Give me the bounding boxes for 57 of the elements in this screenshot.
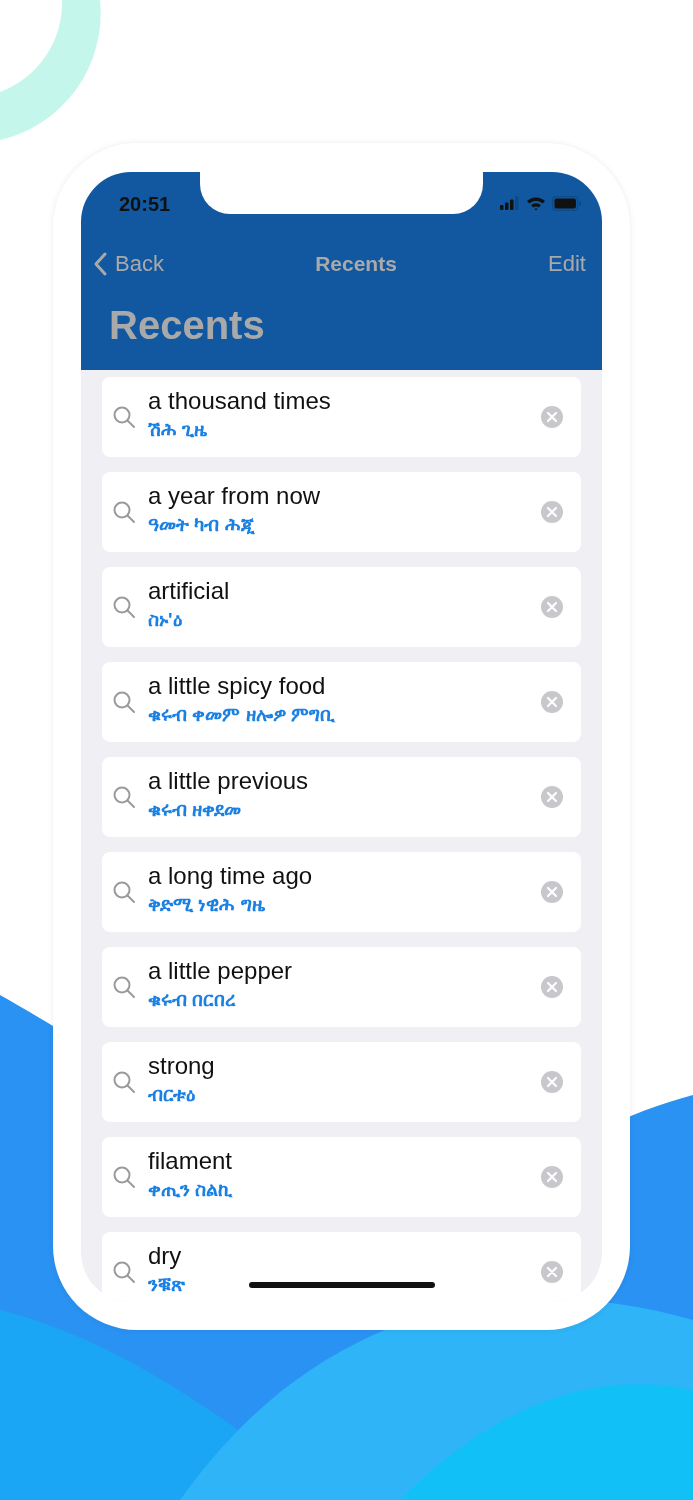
- english-phrase: a little spicy food: [148, 671, 326, 701]
- clear-button[interactable]: [541, 501, 563, 523]
- english-phrase: a year from now: [148, 481, 321, 511]
- clear-button[interactable]: [541, 691, 563, 713]
- english-phrase: filament: [148, 1146, 233, 1176]
- clear-button[interactable]: [541, 1071, 563, 1093]
- clear-button[interactable]: [541, 976, 563, 998]
- tigrinya-translation: ቁሩብ ዘቀደመ: [148, 798, 242, 822]
- clear-button[interactable]: [541, 881, 563, 903]
- tigrinya-translation: ቁሩብ በርበረ: [148, 988, 237, 1012]
- tigrinya-translation: ንቑጽ: [148, 1273, 185, 1297]
- wifi-icon: [526, 195, 546, 211]
- recent-item[interactable]: a little previous ቁሩብ ዘቀደመ: [102, 757, 581, 837]
- recent-item[interactable]: a thousand times ሽሕ ጊዜ: [102, 377, 581, 457]
- signal-icon: [500, 196, 520, 210]
- clear-button[interactable]: [541, 596, 563, 618]
- tigrinya-translation: ቅድሚ ነዊሕ ግዜ: [148, 893, 265, 917]
- recent-item[interactable]: a little pepper ቁሩብ በርበረ: [102, 947, 581, 1027]
- recent-item[interactable]: a long time ago ቅድሚ ነዊሕ ግዜ: [102, 852, 581, 932]
- tigrinya-translation: ቀጢን ስልኪ: [148, 1178, 233, 1202]
- nav-title: Recents: [315, 252, 397, 276]
- tigrinya-translation: ብርቱዕ: [148, 1083, 195, 1107]
- large-title: Recents: [109, 302, 266, 349]
- search-icon: [112, 1070, 136, 1094]
- recent-item[interactable]: a year from now ዓመት ካብ ሕጂ: [102, 472, 581, 552]
- clear-button[interactable]: [541, 1261, 563, 1283]
- english-phrase: dry: [148, 1241, 182, 1271]
- recent-item[interactable]: strong ብርቱዕ: [102, 1042, 581, 1122]
- clear-button[interactable]: [541, 786, 563, 808]
- search-icon: [112, 975, 136, 999]
- recent-item[interactable]: filament ቀጢን ስልኪ: [102, 1137, 581, 1217]
- status-time: 20:51: [119, 192, 171, 216]
- search-icon: [112, 595, 136, 619]
- clear-button[interactable]: [541, 1166, 563, 1188]
- search-icon: [112, 1260, 136, 1284]
- recent-item[interactable]: artificial ስኑ'ዕ: [102, 567, 581, 647]
- clear-button[interactable]: [541, 406, 563, 428]
- search-icon: [112, 1165, 136, 1189]
- search-icon: [112, 785, 136, 809]
- recent-item[interactable]: dry ንቑጽ: [102, 1232, 581, 1302]
- tigrinya-translation: ሽሕ ጊዜ: [148, 418, 208, 442]
- tigrinya-translation: ቁሩብ ቀመም ዘሎዎ ምግቢ: [148, 703, 335, 727]
- english-phrase: a long time ago: [148, 861, 313, 891]
- tigrinya-translation: ዓመት ካብ ሕጂ: [148, 513, 255, 537]
- recent-item[interactable]: a little spicy food ቁሩብ ቀመም ዘሎዎ ምግቢ: [102, 662, 581, 742]
- search-icon: [112, 690, 136, 714]
- search-icon: [112, 500, 136, 524]
- english-phrase: a thousand times: [148, 386, 331, 416]
- english-phrase: a little pepper: [148, 956, 293, 986]
- english-phrase: strong: [148, 1051, 215, 1081]
- chevron-left-icon: [93, 252, 107, 276]
- tigrinya-translation: ስኑ'ዕ: [148, 608, 182, 632]
- search-icon: [112, 880, 136, 904]
- english-phrase: artificial: [148, 576, 230, 606]
- search-icon: [112, 405, 136, 429]
- english-phrase: a little previous: [148, 766, 309, 796]
- battery-icon: [552, 195, 582, 211]
